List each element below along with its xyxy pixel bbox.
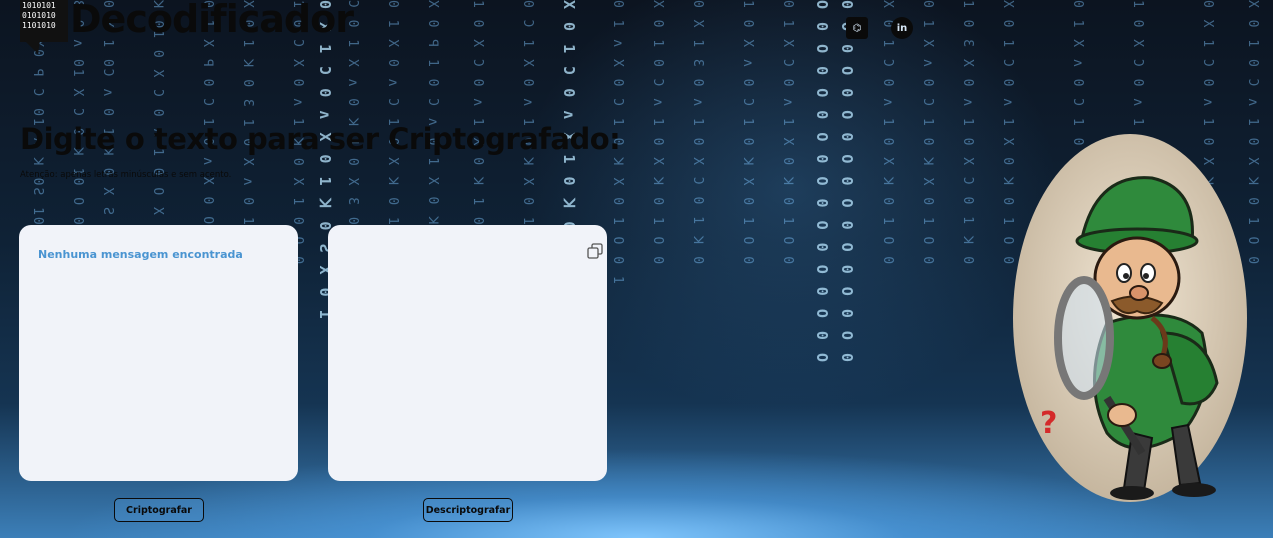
encrypt-button[interactable]: Criptografar	[114, 498, 204, 522]
input-placeholder: Nenhuma mensagem encontrada	[38, 248, 243, 261]
logo-icon: 1010101 0101010 1101010	[18, 0, 70, 54]
page-title: Digite o texto para ser Criptografado:	[20, 122, 621, 156]
logo-bits: 1010101 0101010 1101010	[20, 0, 68, 42]
linkedin-icon[interactable]: in	[891, 17, 913, 39]
decrypt-button[interactable]: Descriptografar	[423, 498, 513, 522]
brand-name: Decodificador	[70, 0, 354, 41]
code-rain: 0 X 1 Ɛ 0 ʌ 1 0 X Ɔ 0 1 ꓘ 0	[690, 0, 705, 267]
code-rain: O 0 O 0 O 0 O 0 O 0 O 0 O 0 O 0 O	[813, 0, 831, 365]
detective-illustration: ?	[1012, 133, 1248, 503]
code-rain: 0 1 X ʌ 0 Ɔ 1 0 ꓘ X 0 1 O 0	[920, 0, 935, 267]
code-rain: 0 1 X Ɔ 0 ʌ 1 X 0 ꓘ 0 1 O 0	[780, 0, 795, 267]
input-textarea[interactable]: Nenhuma mensagem encontrada	[19, 225, 298, 481]
code-rain: 1 0 X ʌ 0 Ɔ 1 0 ꓘ X 0 1 O 0	[740, 0, 755, 267]
github-glyph: ⌬	[852, 22, 862, 34]
code-rain: X 0 1 0 Ɔ ʌ 1 0 X ꓘ 0 1 O 0	[650, 0, 665, 267]
output-panel	[328, 225, 607, 481]
input-hint: Atenção: apenas letras minúsculas e sem …	[20, 170, 232, 180]
github-icon[interactable]: ⌬	[846, 17, 868, 39]
code-rain: 0 O 0 O 0 O 0 O 0 O 0 O 0 O 0 O 0	[838, 0, 856, 365]
code-rain: 0 1 ʌ X 0 Ɔ 1 0 ꓘ X 0 1 O 0 1	[610, 0, 625, 286]
code-rain: X 0 1 Ɔ 0 ʌ 1 0 X ꓘ 0 1 O 0	[880, 0, 895, 267]
copy-icon[interactable]	[587, 243, 603, 259]
code-rain: 1 0 Ɛ X 0 ʌ 1 0 X Ɔ 0 1 ꓘ 0	[960, 0, 975, 267]
question-mark: ?	[1040, 406, 1057, 441]
site-header: 1010101 0101010 1101010 Decodificador ⌬ …	[18, 0, 1258, 56]
logo-tail	[24, 40, 40, 54]
linkedin-glyph: in	[896, 22, 908, 34]
